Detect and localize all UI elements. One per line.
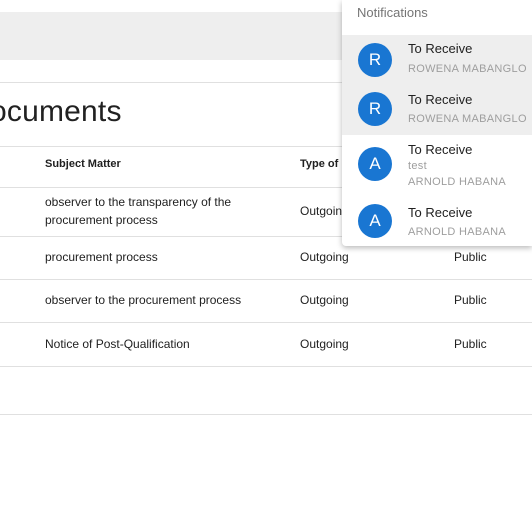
notification-title: To Receive <box>408 142 473 157</box>
notification-title: To Receive <box>408 92 473 107</box>
cell-type: Outgoing <box>300 337 349 351</box>
row-divider <box>0 322 532 323</box>
cell-access: Public <box>454 293 487 307</box>
notifications-title: Notifications <box>357 5 428 20</box>
notification-sender: ROWENA MABANGLO <box>408 63 527 75</box>
column-header-subject-matter[interactable]: Subject Matter <box>45 158 121 170</box>
notification-item[interactable]: R To Receive ROWENA MABANGLO <box>342 35 532 85</box>
avatar: R <box>358 92 392 126</box>
cell-type: Outgoing <box>300 250 349 264</box>
notification-item[interactable]: R To Receive ROWENA MABANGLO <box>342 85 532 135</box>
cell-access: Public <box>454 250 487 264</box>
avatar: R <box>358 43 392 77</box>
notifications-panel: Notifications R To Receive ROWENA MABANG… <box>342 0 532 246</box>
notification-note: test <box>408 160 427 172</box>
notification-item[interactable]: A To Receive test ARNOLD HABANA <box>342 135 532 197</box>
notification-title: To Receive <box>408 205 473 220</box>
notification-sender: ROWENA MABANGLO <box>408 113 527 125</box>
row-divider <box>0 366 532 367</box>
notification-item[interactable]: A To Receive ARNOLD HABANA <box>342 197 532 246</box>
cell-access: Public <box>454 337 487 351</box>
cell-type: Outgoing <box>300 293 349 307</box>
avatar: A <box>358 147 392 181</box>
table-footer-divider <box>0 414 532 415</box>
cell-subject: observer to the procurement process <box>45 293 242 307</box>
cell-subject: Notice of Post-Qualification <box>45 337 190 351</box>
page-title: ocuments <box>0 95 122 128</box>
cell-subject: procurement process <box>45 250 158 264</box>
row-divider <box>0 279 532 280</box>
notification-sender: ARNOLD HABANA <box>408 226 507 238</box>
notification-sender: ARNOLD HABANA <box>408 176 507 188</box>
cell-subject: observer to the transparency of the proc… <box>45 195 232 227</box>
avatar: A <box>358 204 392 238</box>
notification-title: To Receive <box>408 41 473 56</box>
